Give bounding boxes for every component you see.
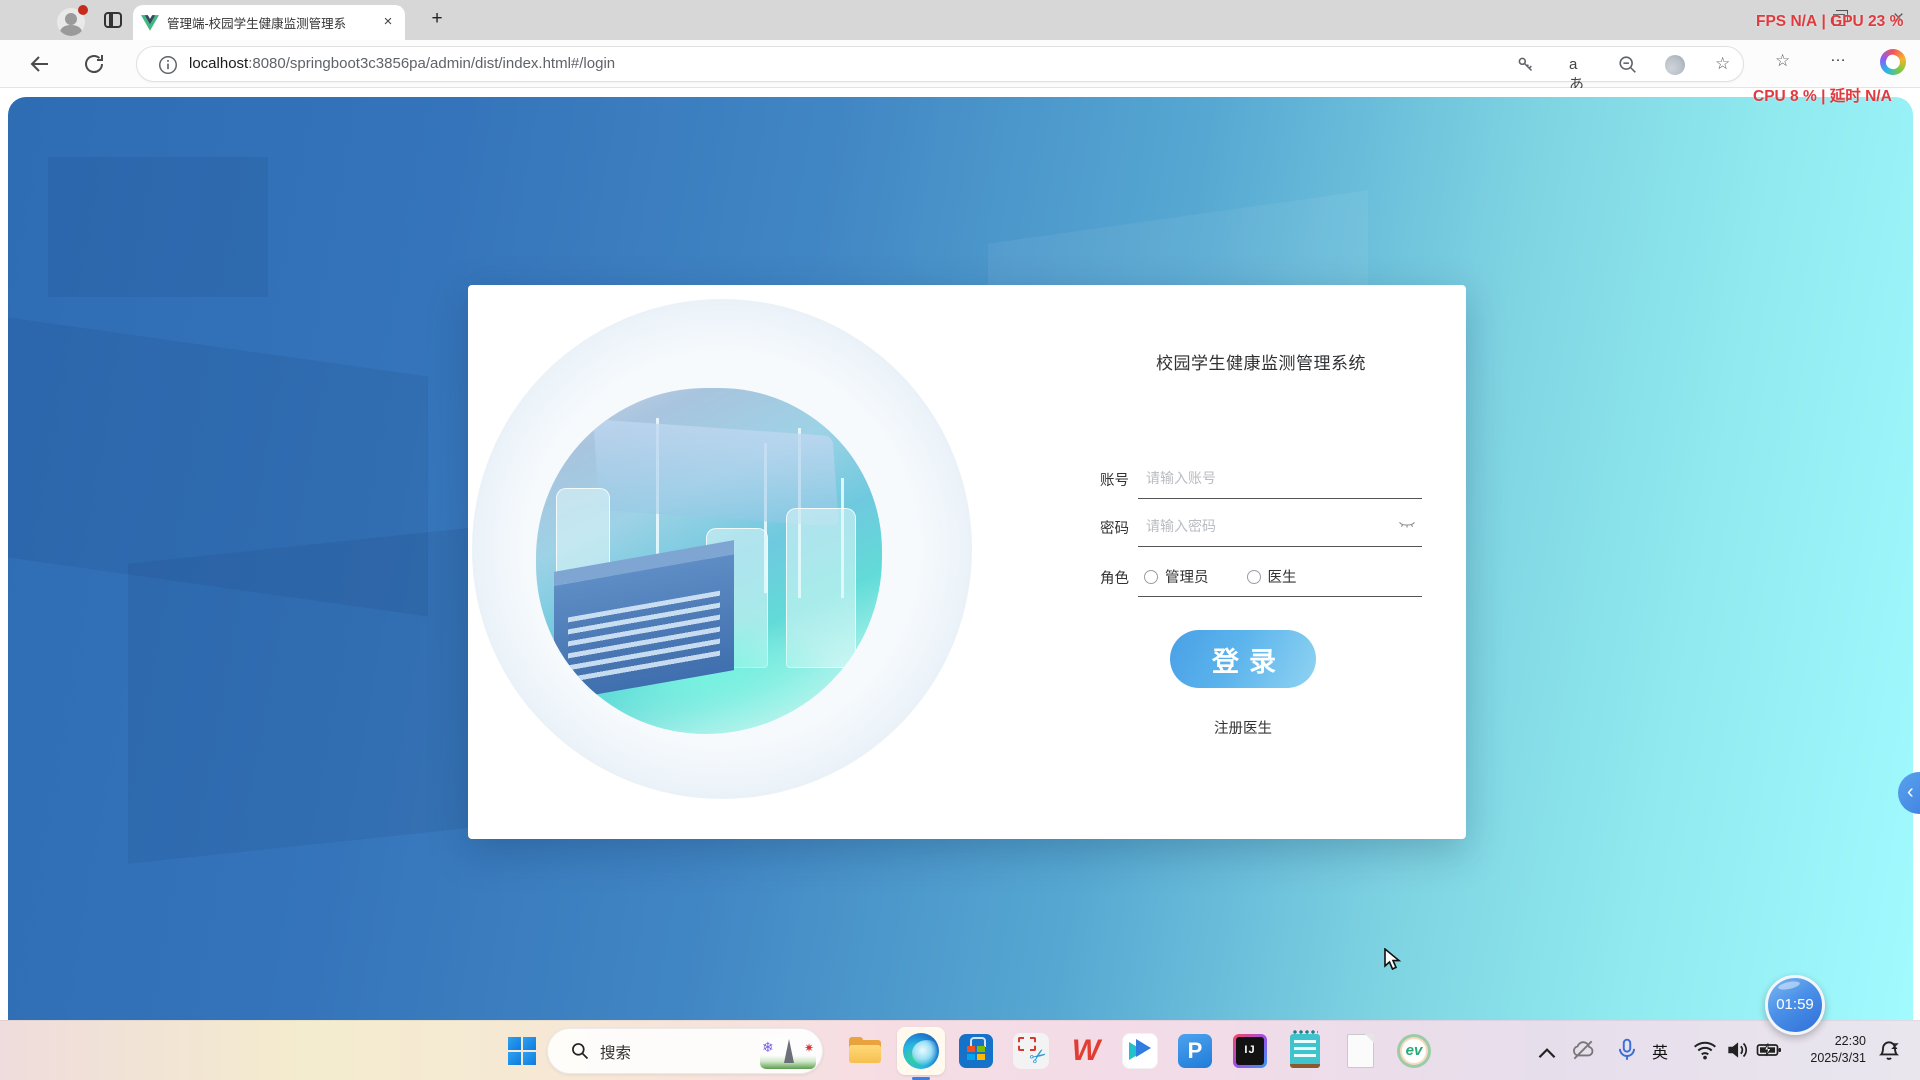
ev-capture-icon: ev [1397, 1034, 1431, 1068]
notepad-icon [1290, 1034, 1320, 1068]
microsoft-store-icon [959, 1034, 993, 1068]
snipping-tool-icon: ✂ [1013, 1033, 1049, 1069]
account-row: 账号 [1100, 459, 1422, 499]
address-bar[interactable]: localhost:8080/springboot3c3856pa/admin/… [136, 46, 1744, 82]
page-content: 校园学生健康监测管理系统 账号 密码 角色 [0, 88, 1920, 1080]
role-radio-doctor[interactable]: 医生 [1247, 570, 1297, 586]
battery-charging-icon[interactable] [1756, 1037, 1782, 1063]
site-info-icon[interactable] [157, 54, 179, 76]
floating-clock-widget[interactable]: 01:59 [1765, 975, 1825, 1035]
login-button[interactable]: 登录 [1170, 630, 1316, 688]
eiffel-tower-icon [784, 1039, 794, 1063]
speaker-icon[interactable] [1724, 1037, 1750, 1063]
taskbar-tencent-docs[interactable] [1120, 1031, 1160, 1071]
file-explorer-icon [846, 1032, 884, 1070]
taskbar-notepad[interactable] [1285, 1031, 1325, 1071]
search-placeholder: 搜索 [600, 1041, 631, 1063]
p-app-icon: P [1178, 1034, 1212, 1068]
browser-window: 管理端-校园学生健康监测管理系 × + × FPS N/A | GPU 23 %… [0, 0, 1920, 1080]
firework-icon: ✷ [804, 1041, 814, 1055]
start-button[interactable] [502, 1031, 542, 1071]
edge-sync-muted-icon [1665, 55, 1685, 75]
taskbar-microsoft-store[interactable] [956, 1031, 996, 1071]
password-visibility-icon[interactable] [1398, 519, 1416, 533]
role-row: 角色 管理员 医生 [1100, 557, 1422, 597]
browser-toolbar: localhost:8080/springboot3c3856pa/admin/… [0, 40, 1920, 88]
account-label: 账号 [1100, 469, 1129, 490]
password-label: 密码 [1100, 517, 1129, 538]
search-highlight-thumbnail[interactable]: ❄ ✷ [760, 1035, 816, 1069]
password-input[interactable] [1146, 511, 1386, 541]
browser-tab[interactable]: 管理端-校园学生健康监测管理系 × [133, 5, 405, 40]
onedrive-paused-icon[interactable] [1570, 1037, 1596, 1063]
ime-language-indicator[interactable]: 英 [1652, 1039, 1678, 1065]
document-icon [1347, 1034, 1374, 1068]
mouse-cursor [1383, 948, 1405, 972]
wifi-icon[interactable] [1692, 1037, 1718, 1063]
copilot-icon[interactable] [1880, 49, 1906, 75]
register-doctor-link[interactable]: 注册医生 [1100, 717, 1386, 738]
account-input[interactable] [1146, 463, 1386, 493]
tray-date: 2025/3/31 [1782, 1050, 1866, 1067]
perf-overlay-fps-gpu: FPS N/A | GPU 23 % [1756, 13, 1903, 31]
tab-actions-icon[interactable] [104, 12, 122, 28]
login-background: 校园学生健康监测管理系统 账号 密码 角色 [8, 97, 1913, 1080]
wps-office-icon: W [1072, 1034, 1100, 1068]
taskbar: 搜索 ❄ ✷ ✂ W P IJ [0, 1020, 1920, 1080]
translate-icon[interactable]: aあ [1569, 56, 1591, 78]
settings-more-icon[interactable]: … [1830, 48, 1847, 66]
perf-overlay-cpu-latency: CPU 8 % | 延时 N/A [1753, 84, 1892, 106]
taskbar-intellij-idea[interactable]: IJ [1230, 1031, 1270, 1071]
taskbar-p-app[interactable]: P [1175, 1031, 1215, 1071]
refresh-icon[interactable] [82, 52, 106, 76]
login-card: 校园学生健康监测管理系统 账号 密码 角色 [468, 285, 1466, 839]
tab-strip: 管理端-校园学生健康监测管理系 × + × FPS N/A | GPU 23 % [0, 0, 1920, 40]
password-key-icon[interactable] [1515, 54, 1537, 76]
taskbar-edge[interactable] [901, 1031, 941, 1071]
page-title: 校园学生健康监测管理系统 [1100, 349, 1422, 374]
taskbar-snipping-tool[interactable]: ✂ [1011, 1031, 1051, 1071]
taskbar-search-box[interactable]: 搜索 ❄ ✷ [547, 1028, 823, 1074]
firework-icon: ❄ [762, 1039, 774, 1056]
search-icon [570, 1041, 590, 1061]
profile-notification-dot [78, 5, 88, 15]
tencent-docs-icon [1122, 1033, 1158, 1069]
back-icon[interactable] [28, 52, 52, 76]
tray-time: 22:30 [1782, 1033, 1866, 1050]
radio-circle-icon [1144, 570, 1158, 584]
radio-circle-icon [1247, 570, 1261, 584]
intellij-idea-icon: IJ [1233, 1034, 1267, 1068]
tray-chevron-up-icon[interactable] [1534, 1041, 1560, 1067]
taskbar-ev-capture[interactable]: ev [1394, 1031, 1434, 1071]
favorites-collection-icon[interactable]: ☆ [1775, 51, 1790, 71]
notification-bell-icon[interactable] [1876, 1038, 1902, 1064]
login-form: 校园学生健康监测管理系统 账号 密码 角色 [1100, 285, 1422, 839]
tab-close-icon[interactable]: × [379, 13, 397, 31]
edge-logo-icon [903, 1033, 939, 1069]
taskbar-wps-office[interactable]: W [1066, 1031, 1106, 1071]
url-text: localhost:8080/springboot3c3856pa/admin/… [189, 55, 615, 72]
taskbar-clock[interactable]: 22:30 2025/3/31 [1782, 1033, 1866, 1067]
role-label: 角色 [1100, 567, 1129, 588]
vue-logo-icon [141, 15, 159, 31]
password-row: 密码 [1100, 507, 1422, 547]
taskbar-text-document[interactable] [1340, 1031, 1380, 1071]
new-tab-button[interactable]: + [425, 8, 449, 32]
login-illustration [536, 388, 882, 734]
role-radio-admin[interactable]: 管理员 [1144, 570, 1209, 586]
tab-title: 管理端-校园学生健康监测管理系 [167, 13, 346, 32]
microphone-icon[interactable] [1614, 1037, 1640, 1063]
avatar-person-icon [60, 25, 82, 36]
taskbar-file-explorer[interactable] [845, 1031, 885, 1071]
avatar-person-icon [65, 13, 77, 25]
zoom-out-icon[interactable] [1617, 54, 1639, 76]
add-favorite-icon[interactable]: ☆ [1715, 54, 1737, 76]
windows-logo-icon [508, 1037, 536, 1065]
